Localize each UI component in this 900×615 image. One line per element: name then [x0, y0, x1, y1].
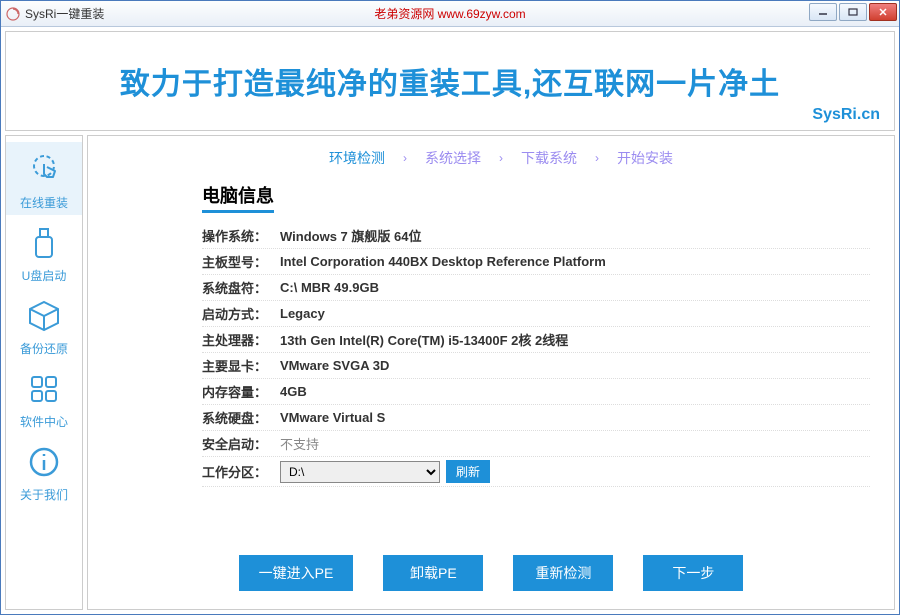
- sidebar-item-about[interactable]: 关于我们: [6, 434, 82, 507]
- info-key: 内存容量：: [202, 382, 280, 401]
- info-key: 操作系统：: [202, 226, 280, 245]
- sidebar-item-label: 软件中心: [20, 413, 68, 430]
- info-row-os: 操作系统：Windows 7 旗舰版 64位: [202, 223, 870, 249]
- sidebar-item-label: 关于我们: [20, 486, 68, 503]
- app-icon: [5, 6, 21, 22]
- step-breadcrumb: 环境检测 › 系统选择 › 下载系统 › 开始安装: [112, 148, 870, 168]
- banner-text: 致力于打造最纯净的重装工具,还互联网一片净土: [120, 59, 780, 103]
- info-row-disk: 系统硬盘：VMware Virtual S: [202, 405, 870, 431]
- info-key: 主要显卡：: [202, 356, 280, 375]
- info-row-secure-boot: 安全启动：不支持: [202, 431, 870, 457]
- computer-info: 电脑信息 操作系统：Windows 7 旗舰版 64位 主板型号：Intel C…: [202, 182, 870, 487]
- info-row-memory: 内存容量：4GB: [202, 379, 870, 405]
- info-row-work-partition: 工作分区： D:\ 刷新: [202, 457, 870, 487]
- window-controls: [809, 3, 897, 21]
- titlebar-center-text: 老弟资源网 www.69zyw.com: [374, 5, 525, 22]
- info-heading: 电脑信息: [202, 182, 274, 213]
- grid-icon: [22, 367, 66, 411]
- sidebar-item-usb-boot[interactable]: U盘启动: [6, 215, 82, 288]
- info-value: Legacy: [280, 306, 325, 321]
- info-key: 系统盘符：: [202, 278, 280, 297]
- info-key: 主处理器：: [202, 330, 280, 349]
- info-key: 系统硬盘：: [202, 408, 280, 427]
- info-row-gpu: 主要显卡：VMware SVGA 3D: [202, 353, 870, 379]
- recheck-button[interactable]: 重新检测: [513, 555, 613, 591]
- usb-icon: [22, 221, 66, 265]
- banner: 致力于打造最纯净的重装工具,还互联网一片净土 SysRi.cn: [5, 31, 895, 131]
- info-value: VMware SVGA 3D: [280, 358, 389, 373]
- titlebar: SysRi一键重装 老弟资源网 www.69zyw.com: [1, 1, 899, 27]
- sidebar-item-online-reinstall[interactable]: 在线重装: [6, 142, 82, 215]
- info-key: 工作分区：: [202, 462, 280, 481]
- info-row-boot-mode: 启动方式：Legacy: [202, 301, 870, 327]
- sidebar: 在线重装 U盘启动 备份还原: [5, 135, 83, 610]
- info-row-motherboard: 主板型号：Intel Corporation 440BX Desktop Ref…: [202, 249, 870, 275]
- step-system-select[interactable]: 系统选择: [425, 148, 481, 168]
- step-env-check[interactable]: 环境检测: [329, 148, 385, 168]
- sidebar-item-label: 备份还原: [20, 340, 68, 357]
- touch-icon: [22, 148, 66, 192]
- app-window: SysRi一键重装 老弟资源网 www.69zyw.com 致力于打造最纯净的重…: [0, 0, 900, 615]
- info-value: VMware Virtual S: [280, 410, 385, 425]
- info-key: 安全启动：: [202, 434, 280, 453]
- info-value: C:\ MBR 49.9GB: [280, 280, 379, 295]
- step-download[interactable]: 下载系统: [521, 148, 577, 168]
- sidebar-item-label: 在线重装: [20, 194, 68, 211]
- sidebar-item-backup-restore[interactable]: 备份还原: [6, 288, 82, 361]
- maximize-button[interactable]: [839, 3, 867, 21]
- close-button[interactable]: [869, 3, 897, 21]
- unload-pe-button[interactable]: 卸载PE: [383, 555, 483, 591]
- info-value: Intel Corporation 440BX Desktop Referenc…: [280, 254, 606, 269]
- sidebar-item-label: U盘启动: [22, 267, 67, 284]
- next-button[interactable]: 下一步: [643, 555, 743, 591]
- info-value: 13th Gen Intel(R) Core(TM) i5-13400F 2核 …: [280, 330, 568, 349]
- window-title: SysRi一键重装: [25, 5, 104, 22]
- enter-pe-button[interactable]: 一键进入PE: [239, 555, 354, 591]
- sidebar-item-software-center[interactable]: 软件中心: [6, 361, 82, 434]
- info-icon: [22, 440, 66, 484]
- chevron-right-icon: ›: [595, 151, 599, 165]
- info-key: 启动方式：: [202, 304, 280, 323]
- info-value: Windows 7 旗舰版 64位: [280, 226, 421, 245]
- step-install[interactable]: 开始安装: [617, 148, 673, 168]
- refresh-button[interactable]: 刷新: [446, 460, 490, 483]
- info-value: 4GB: [280, 384, 307, 399]
- chevron-right-icon: ›: [403, 151, 407, 165]
- content-panel: 环境检测 › 系统选择 › 下载系统 › 开始安装 电脑信息 操作系统：Wind…: [87, 135, 895, 610]
- minimize-button[interactable]: [809, 3, 837, 21]
- banner-subtext: SysRi.cn: [812, 106, 880, 124]
- box-icon: [22, 294, 66, 338]
- info-row-system-drive: 系统盘符：C:\ MBR 49.9GB: [202, 275, 870, 301]
- info-key: 主板型号：: [202, 252, 280, 271]
- chevron-right-icon: ›: [499, 151, 503, 165]
- info-row-cpu: 主处理器：13th Gen Intel(R) Core(TM) i5-13400…: [202, 327, 870, 353]
- action-bar: 一键进入PE 卸载PE 重新检测 下一步: [112, 555, 870, 597]
- info-value: 不支持: [280, 434, 319, 453]
- partition-select[interactable]: D:\: [280, 461, 440, 483]
